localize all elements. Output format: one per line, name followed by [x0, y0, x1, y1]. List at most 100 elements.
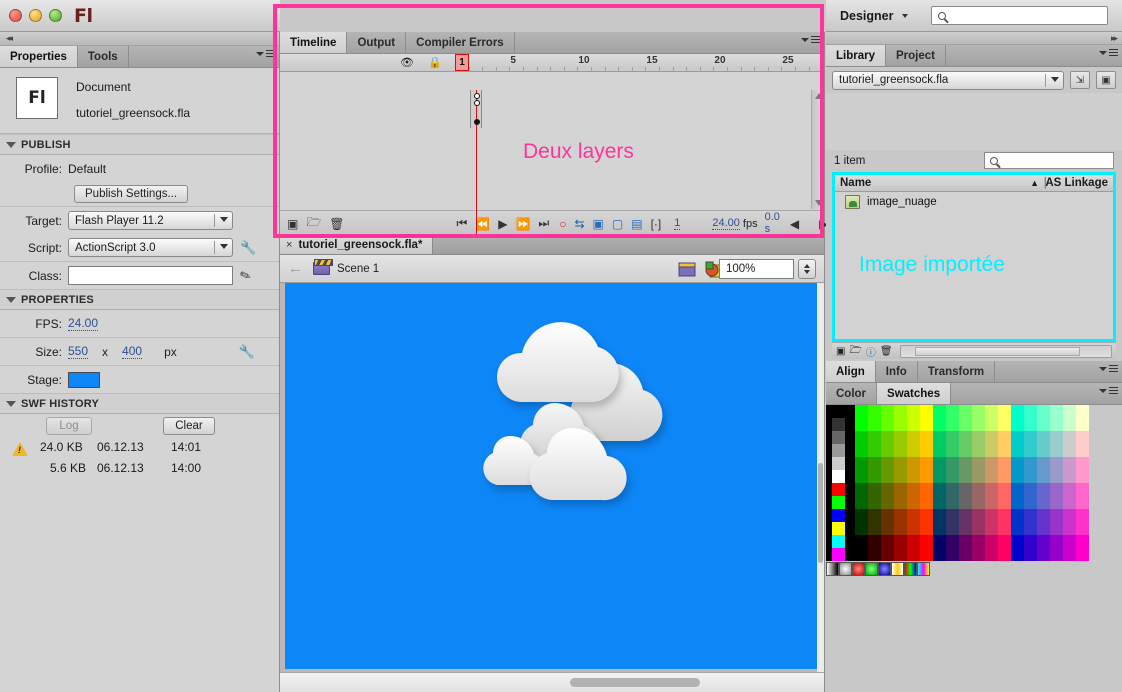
color-swatch[interactable] [868, 522, 881, 535]
tab-transform[interactable]: Transform [917, 361, 996, 382]
new-symbol-icon[interactable]: ▣ [836, 346, 845, 357]
color-swatch[interactable] [1050, 483, 1063, 496]
color-swatch[interactable] [1050, 522, 1063, 535]
color-swatch[interactable] [907, 431, 920, 444]
color-swatch[interactable] [972, 496, 985, 509]
color-swatch[interactable] [868, 509, 881, 522]
tab-color[interactable]: Color [826, 383, 878, 404]
color-swatch[interactable] [1024, 483, 1037, 496]
color-swatch[interactable] [894, 457, 907, 470]
color-swatch[interactable] [881, 548, 894, 561]
color-swatch[interactable] [855, 405, 868, 418]
color-swatch[interactable] [1024, 418, 1037, 431]
color-swatch[interactable] [920, 470, 933, 483]
tab-info[interactable]: Info [875, 361, 918, 382]
color-swatch[interactable] [998, 470, 1011, 483]
color-swatch[interactable] [1063, 405, 1076, 418]
color-swatch[interactable] [998, 522, 1011, 535]
stage-horizontal-scrollbar[interactable] [280, 672, 824, 692]
color-swatch[interactable] [1037, 548, 1050, 561]
keyframe-marker[interactable] [474, 100, 480, 106]
zoom-level-input[interactable]: 100% [719, 259, 794, 279]
color-swatch[interactable] [1037, 405, 1050, 418]
color-swatch[interactable] [920, 509, 933, 522]
color-swatch[interactable] [920, 457, 933, 470]
color-swatch[interactable] [959, 405, 972, 418]
color-swatch[interactable] [985, 522, 998, 535]
swf-log-button[interactable]: Log [46, 417, 92, 435]
color-swatch[interactable] [907, 457, 920, 470]
align-options-menu-icon[interactable] [1099, 365, 1118, 373]
color-swatch[interactable] [894, 535, 907, 548]
center-frame-icon[interactable]: ○ [559, 217, 566, 231]
color-swatch[interactable] [881, 405, 894, 418]
color-swatch[interactable] [1063, 509, 1076, 522]
color-swatch[interactable] [881, 470, 894, 483]
section-properties[interactable]: PROPERTIES [0, 289, 279, 310]
color-swatch[interactable] [868, 496, 881, 509]
color-swatch[interactable] [1063, 535, 1076, 548]
color-swatch[interactable] [894, 522, 907, 535]
timeline-vertical-scrollbar[interactable] [811, 90, 824, 209]
color-swatch[interactable] [933, 470, 946, 483]
color-swatch[interactable] [855, 522, 868, 535]
swf-clear-button[interactable]: Clear [163, 417, 215, 435]
workspace-label[interactable]: Designer [840, 9, 894, 23]
chevron-down-icon[interactable] [1051, 76, 1059, 82]
stage-vscroll-thumb[interactable] [818, 463, 823, 563]
gradient-swatch[interactable] [852, 562, 865, 576]
color-swatch[interactable] [1050, 548, 1063, 561]
color-swatch[interactable] [985, 496, 998, 509]
size-settings-wrench-icon[interactable]: 🔧 [239, 344, 255, 360]
swatches-grid[interactable] [826, 405, 1122, 576]
color-swatch[interactable] [959, 470, 972, 483]
onion-skin-outlines-icon[interactable]: ▢ [612, 217, 623, 231]
color-swatch[interactable] [1037, 535, 1050, 548]
color-swatch[interactable] [1063, 548, 1076, 561]
color-swatch[interactable] [985, 444, 998, 457]
color-swatch[interactable] [1037, 470, 1050, 483]
color-swatch[interactable] [894, 431, 907, 444]
chevron-down-icon[interactable] [901, 13, 908, 18]
modify-markers-icon[interactable]: [·] [651, 217, 662, 231]
color-swatch[interactable] [907, 509, 920, 522]
color-swatch[interactable] [1011, 431, 1024, 444]
color-swatch[interactable] [855, 548, 868, 561]
panel-options-menu-icon[interactable] [256, 50, 275, 58]
color-swatch[interactable] [1037, 509, 1050, 522]
color-swatch[interactable] [907, 444, 920, 457]
step-forward-icon[interactable]: ⏩ [515, 217, 530, 231]
color-swatch[interactable] [1024, 548, 1037, 561]
close-document-icon[interactable]: × [286, 239, 292, 251]
color-swatch[interactable] [832, 483, 845, 496]
color-swatch[interactable] [855, 418, 868, 431]
color-swatch[interactable] [933, 522, 946, 535]
color-swatch[interactable] [1011, 496, 1024, 509]
delete-layer-icon[interactable]: 🗑 [329, 217, 344, 231]
scroll-down-arrow[interactable] [815, 200, 823, 206]
color-swatch[interactable] [972, 431, 985, 444]
color-swatch[interactable] [946, 496, 959, 509]
color-swatch[interactable] [894, 418, 907, 431]
color-swatch[interactable] [868, 431, 881, 444]
color-swatch[interactable] [946, 457, 959, 470]
fps-value[interactable]: 24.00 [68, 316, 99, 331]
gradient-swatch[interactable] [839, 562, 852, 576]
color-swatch[interactable] [1076, 522, 1089, 535]
goto-last-frame-icon[interactable]: ⏭ [538, 216, 549, 231]
color-swatch[interactable] [1063, 522, 1076, 535]
scroll-up-arrow[interactable] [815, 93, 823, 99]
color-swatch[interactable] [907, 522, 920, 535]
color-swatch[interactable] [1050, 509, 1063, 522]
color-swatch[interactable] [894, 444, 907, 457]
color-swatch[interactable] [1076, 483, 1089, 496]
color-swatch[interactable] [1076, 496, 1089, 509]
color-swatch[interactable] [959, 418, 972, 431]
color-swatch[interactable] [1011, 548, 1024, 561]
twirl-down-icon[interactable] [6, 296, 16, 303]
color-swatch[interactable] [1011, 457, 1024, 470]
color-swatch[interactable] [881, 535, 894, 548]
color-swatch[interactable] [907, 470, 920, 483]
section-publish[interactable]: PUBLISH [0, 134, 279, 155]
color-swatch[interactable] [972, 405, 985, 418]
